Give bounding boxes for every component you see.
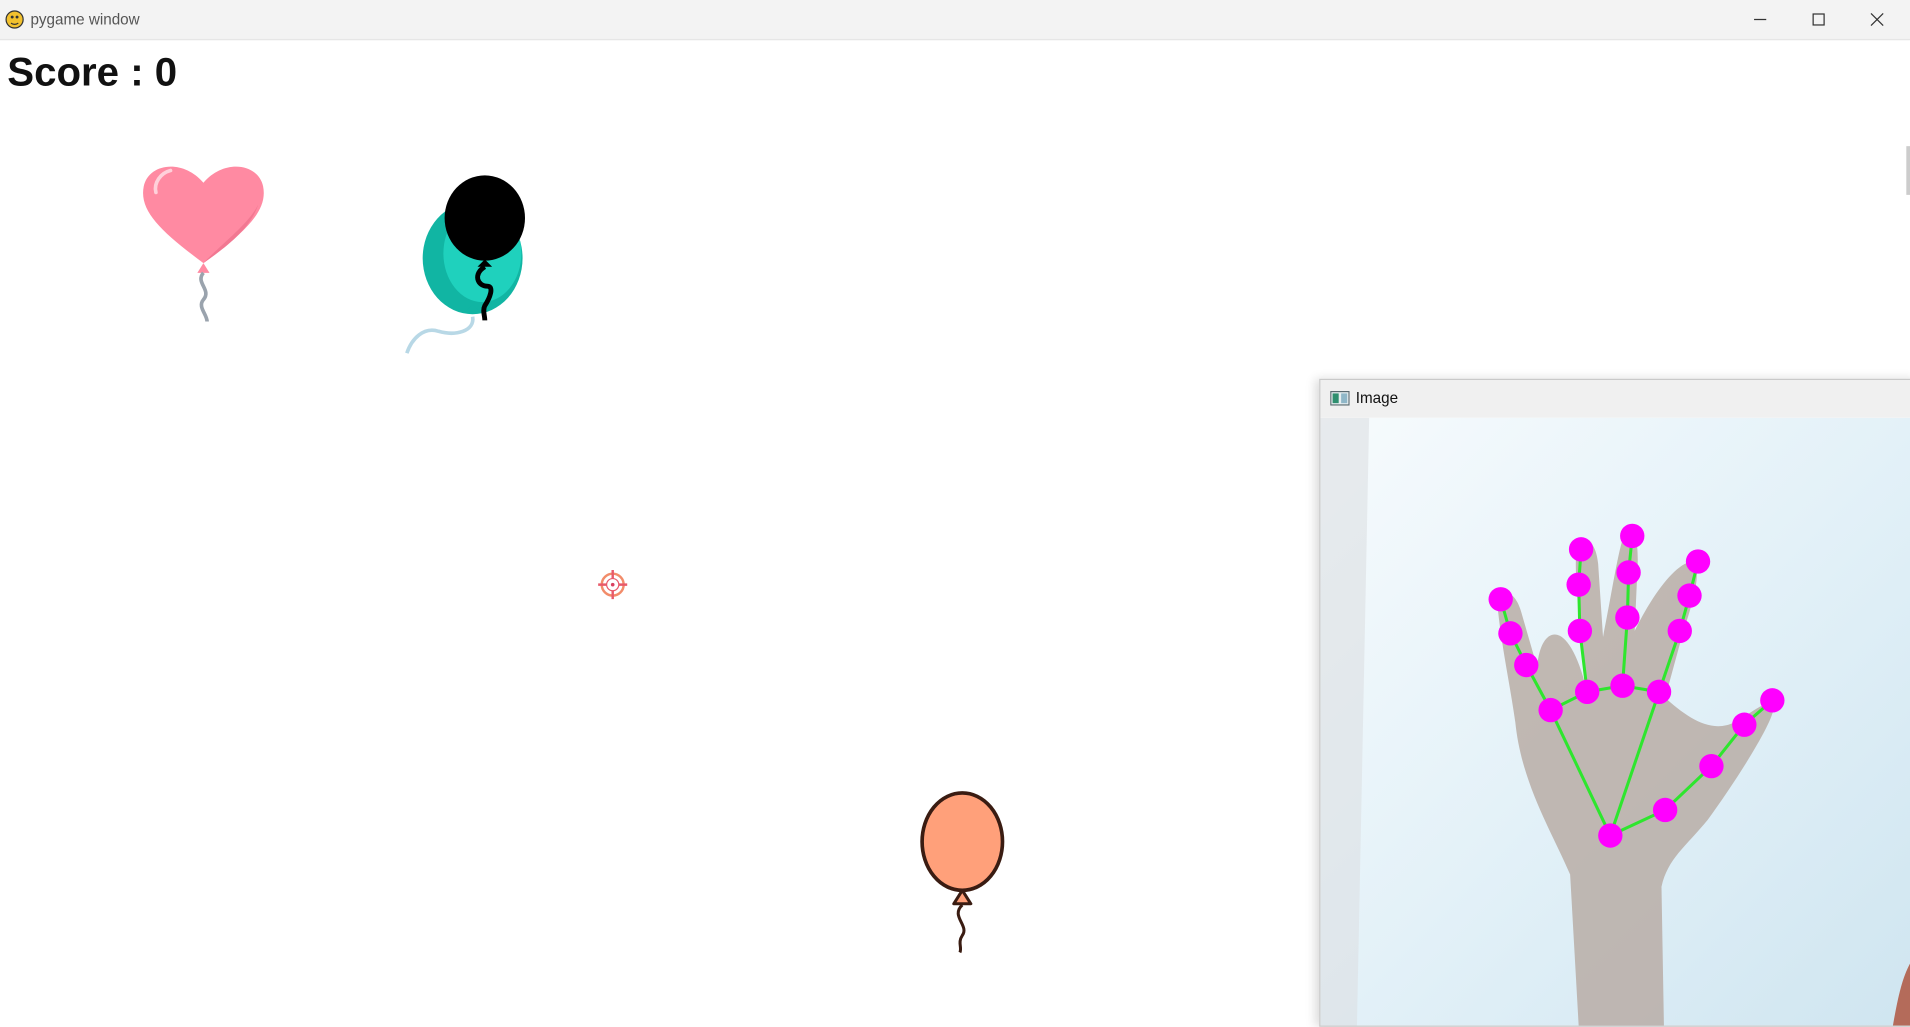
black-balloon[interactable] [441,174,529,326]
pygame-titlebar[interactable]: pygame window [0,0,1910,41]
maximize-button[interactable] [1791,0,1847,39]
crosshair-icon [598,570,628,600]
orange-balloon[interactable] [914,789,1011,960]
close-button[interactable] [1849,0,1905,39]
heart-balloon[interactable] [136,156,270,327]
window-title: pygame window [30,10,140,29]
score-label: Score : 0 [7,48,178,94]
image-titlebar[interactable]: Image [1320,380,1910,418]
close-icon [1870,12,1884,27]
webcam-feed [1320,417,1910,1026]
maximize-icon [1812,13,1825,26]
image-window: Image [1319,378,1910,1027]
minimize-button[interactable] [1732,0,1788,39]
minimize-icon [1754,18,1767,21]
window-edge [1906,146,1910,195]
pygame-snake-icon [5,10,24,29]
image-window-title: Image [1355,389,1399,407]
image-window-icon [1330,390,1350,406]
